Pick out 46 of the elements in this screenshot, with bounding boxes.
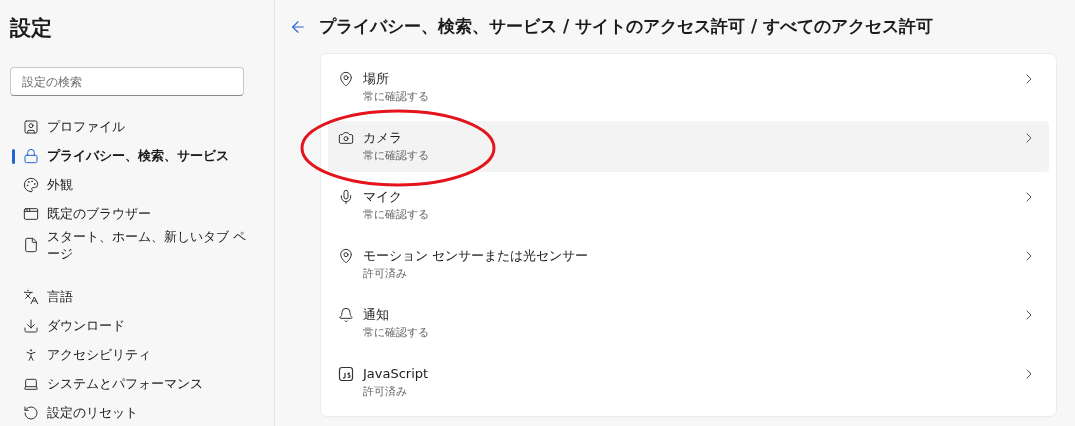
breadcrumb: プライバシー、検索、サービス / サイトのアクセス許可 / すべてのアクセス許可 (319, 15, 934, 38)
bell-icon (338, 307, 354, 323)
sidebar-item[interactable]: アクセシビリティ (47, 346, 151, 363)
permission-title: モーション センサーまたは光センサー (363, 247, 590, 264)
window-icon (23, 205, 39, 222)
reset-icon (23, 404, 39, 421)
script-icon (338, 366, 354, 382)
download-icon (23, 317, 39, 334)
permission-row[interactable]: JavaScript 許可済み (328, 357, 1049, 408)
permission-status: 常に確認する (363, 149, 430, 163)
sidebar-item[interactable]: 設定のリセット (47, 404, 138, 421)
sidebar-item[interactable]: システムとパフォーマンス (47, 375, 203, 392)
lock-icon (23, 147, 39, 164)
permission-row[interactable]: 通知 常に確認する (328, 298, 1049, 349)
settings-title: 設定 (10, 15, 53, 42)
search-field[interactable]: 設定の検索 (10, 67, 244, 96)
permission-row[interactable]: 場所 常に確認する (328, 62, 1049, 113)
permission-status: 常に確認する (363, 90, 430, 104)
person-icon (23, 346, 39, 363)
permission-status: 許可済み (363, 385, 408, 399)
page-icon (23, 237, 39, 253)
camera-icon (338, 130, 354, 146)
microphone-icon (338, 189, 354, 205)
permission-title: カメラ (363, 129, 403, 146)
permission-title: JavaScript (363, 365, 430, 382)
sidebar-item[interactable]: 外観 (47, 176, 73, 193)
profile-icon (23, 118, 39, 135)
permission-row[interactable]: モーション センサーまたは光センサー 許可済み (328, 239, 1049, 290)
permission-row[interactable]: カメラ 常に確認する (328, 121, 1049, 172)
sidebar-item[interactable]: 言語 (47, 288, 73, 305)
location-pin-icon (338, 71, 354, 87)
location-pin-icon (338, 248, 354, 264)
permission-title: マイク (363, 188, 403, 205)
sidebar-item[interactable]: ダウンロード (47, 317, 125, 334)
sidebar-item[interactable]: 既定のブラウザー (47, 205, 151, 222)
permission-title: 場所 (363, 70, 390, 87)
permission-status: 常に確認する (363, 208, 430, 222)
palette-icon (23, 176, 39, 193)
permission-status: 許可済み (363, 267, 408, 281)
sidebar-item[interactable]: プライバシー、検索、サービス (47, 147, 229, 164)
sidebar-item[interactable]: プロファイル (47, 118, 125, 135)
permission-status: 常に確認する (363, 326, 430, 340)
sidebar-item[interactable]: スタート、ホーム、新しいタブ ページ (47, 228, 254, 262)
language-icon (23, 288, 39, 305)
permission-title: 通知 (363, 306, 390, 323)
permission-row[interactable]: マイク 常に確認する (328, 180, 1049, 231)
